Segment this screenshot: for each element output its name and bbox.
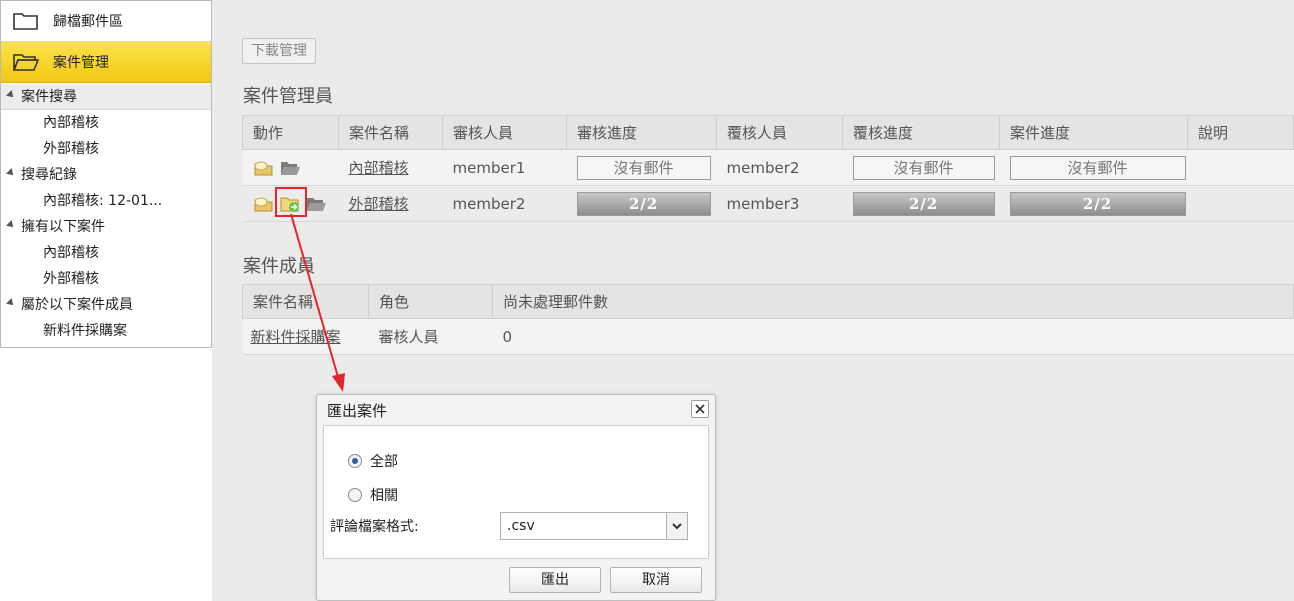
- note-cell: [1187, 149, 1294, 186]
- col-header-action: 動作: [242, 115, 339, 150]
- member-table: 案件名稱 角色 尚未處理郵件數 新料件採購案 審核人員 0: [242, 284, 1294, 355]
- radio-label: 相關: [370, 488, 398, 504]
- format-label: 評論檔案格式:: [330, 519, 419, 535]
- case-name-cell: 內部稽核: [338, 149, 443, 186]
- col-header-review-progress: 審核進度: [566, 115, 717, 150]
- col-header-case-name: 案件名稱: [242, 284, 369, 319]
- close-button[interactable]: [691, 400, 709, 418]
- review-progress-cell: 2/2: [566, 185, 717, 222]
- table-row: 外部稽核 member2 2/2 member3 2/2 2/2: [242, 185, 1294, 222]
- cancel-button[interactable]: 取消: [610, 567, 702, 593]
- download-management-button[interactable]: 下載管理: [242, 38, 316, 64]
- col-header-pending: 尚未處理郵件數: [492, 284, 1294, 319]
- action-cell: [242, 149, 339, 186]
- tree-item[interactable]: 新料件採購案: [1, 318, 211, 344]
- case-name-link[interactable]: 內部稽核: [349, 159, 409, 177]
- tree-item[interactable]: 外部稽核: [1, 266, 211, 292]
- progress-bar: 沒有郵件: [576, 155, 711, 180]
- expand-triangle-icon: [6, 90, 16, 100]
- tree-group-member-cases[interactable]: 屬於以下案件成員: [1, 292, 211, 318]
- col-header-rereviewer: 覆核人員: [716, 115, 843, 150]
- progress-bar: 2/2: [1009, 191, 1186, 216]
- chevron-down-icon[interactable]: [666, 513, 687, 539]
- tree-group-case-search[interactable]: 案件搜尋: [1, 84, 211, 110]
- expand-triangle-icon: [6, 298, 16, 308]
- open-folder-icon[interactable]: [279, 158, 301, 178]
- col-header-case-name: 案件名稱: [338, 115, 443, 150]
- export-case-dialog: 匯出案件 全部 相關 評論檔案格式: .csv 匯出 取消: [316, 394, 716, 601]
- dialog-body: 全部 相關 評論檔案格式: .csv: [323, 425, 709, 559]
- highlight-box: [275, 187, 307, 217]
- progress-bar: 沒有郵件: [1009, 155, 1186, 180]
- folder-icon: [13, 11, 39, 31]
- case-tree: 案件搜尋 內部稽核 外部稽核 搜尋紀錄 內部稽核: 12-01... 擁有以下案…: [1, 84, 211, 344]
- case-progress-cell: 沒有郵件: [999, 149, 1188, 186]
- rereviewer-cell: member2: [716, 149, 843, 186]
- pending-cell: 0: [492, 318, 1294, 355]
- progress-bar: 2/2: [852, 191, 995, 216]
- sidebar-item-label: 案件管理: [53, 55, 109, 71]
- tree-item[interactable]: 內部稽核: [1, 110, 211, 136]
- col-header-reviewer: 審核人員: [442, 115, 567, 150]
- export-button[interactable]: 匯出: [509, 567, 601, 593]
- open-folder-icon[interactable]: [305, 194, 327, 214]
- expand-triangle-icon: [6, 168, 16, 178]
- comment-folder-icon[interactable]: [253, 194, 275, 214]
- review-progress-cell: 沒有郵件: [566, 149, 717, 186]
- col-header-case-progress: 案件進度: [999, 115, 1188, 150]
- case-name-cell: 外部稽核: [338, 185, 443, 222]
- reviewer-cell: member1: [442, 149, 567, 186]
- open-folder-icon: [13, 52, 39, 72]
- tree-item[interactable]: 外部稽核: [1, 136, 211, 162]
- col-header-note: 說明: [1187, 115, 1294, 150]
- radio-button[interactable]: [348, 488, 362, 502]
- case-progress-cell: 2/2: [999, 185, 1188, 222]
- tree-group-search-history[interactable]: 搜尋紀錄: [1, 162, 211, 188]
- comment-folder-icon[interactable]: [253, 158, 275, 178]
- sidebar: 歸檔郵件區 案件管理 案件搜尋 內部稽核 外部稽核 搜尋紀錄 內部稽核: 12-…: [0, 0, 212, 601]
- col-header-role: 角色: [368, 284, 493, 319]
- case-name-cell: 新料件採購案: [242, 318, 369, 355]
- tree-group-owned-cases[interactable]: 擁有以下案件: [1, 214, 211, 240]
- case-name-link[interactable]: 新料件採購案: [251, 328, 341, 346]
- admin-section-title: 案件管理員: [243, 86, 333, 107]
- col-header-rereview-progress: 覆核進度: [842, 115, 1000, 150]
- rereview-progress-cell: 2/2: [842, 185, 1000, 222]
- member-section-title: 案件成員: [243, 256, 315, 277]
- admin-table: 動作 案件名稱 審核人員 審核進度 覆核人員 覆核進度 案件進度 說明 內部稽核…: [242, 115, 1294, 222]
- sidebar-item-archive[interactable]: 歸檔郵件區: [1, 1, 211, 42]
- tree-item[interactable]: 內部稽核: [1, 240, 211, 266]
- case-name-link[interactable]: 外部稽核: [349, 195, 409, 213]
- rereview-progress-cell: 沒有郵件: [842, 149, 1000, 186]
- progress-bar: 2/2: [576, 191, 711, 216]
- sidebar-item-label: 歸檔郵件區: [53, 14, 123, 30]
- sidebar-item-case-management[interactable]: 案件管理: [1, 42, 211, 83]
- close-icon: [695, 404, 705, 414]
- format-select-value: .csv: [507, 518, 535, 534]
- tree-item[interactable]: 內部稽核: 12-01...: [1, 188, 211, 214]
- reviewer-cell: member2: [442, 185, 567, 222]
- radio-option-all[interactable]: 全部: [348, 451, 398, 471]
- note-cell: [1187, 185, 1294, 222]
- format-select[interactable]: .csv: [500, 512, 688, 540]
- table-row: 內部稽核 member1 沒有郵件 member2 沒有郵件 沒有郵件: [242, 149, 1294, 186]
- sidebar-panel: 歸檔郵件區 案件管理 案件搜尋 內部稽核 外部稽核 搜尋紀錄 內部稽核: 12-…: [0, 0, 212, 348]
- table-header-row: 動作 案件名稱 審核人員 審核進度 覆核人員 覆核進度 案件進度 說明: [242, 115, 1294, 150]
- rereviewer-cell: member3: [716, 185, 843, 222]
- radio-option-related[interactable]: 相關: [348, 485, 398, 505]
- progress-bar: 沒有郵件: [852, 155, 995, 180]
- table-header-row: 案件名稱 角色 尚未處理郵件數: [242, 284, 1294, 319]
- role-cell: 審核人員: [368, 318, 493, 355]
- table-row: 新料件採購案 審核人員 0: [242, 318, 1294, 355]
- radio-button-checked[interactable]: [348, 454, 362, 468]
- expand-triangle-icon: [6, 220, 16, 230]
- radio-label: 全部: [370, 454, 398, 470]
- dialog-title: 匯出案件: [327, 402, 388, 420]
